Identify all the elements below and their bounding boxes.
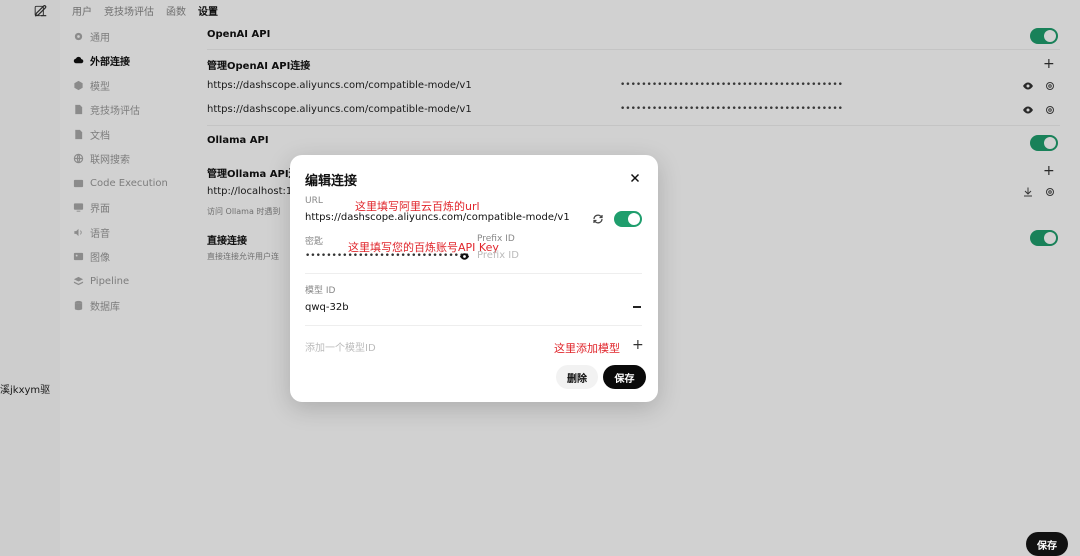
key-label: 密匙 [305, 237, 324, 247]
modal-title: 编辑连接 [305, 174, 358, 189]
url-input[interactable]: https://dashscope.aliyuncs.com/compatibl… [305, 212, 570, 223]
delete-button[interactable]: 删除 [556, 365, 598, 389]
api-key-input[interactable]: ••••••••••••••••••••••••••••••• [305, 251, 470, 261]
eye-icon[interactable] [459, 251, 470, 262]
page-save-button[interactable]: 保存 [1026, 532, 1068, 556]
add-model-input[interactable]: 添加一个模型ID [305, 339, 376, 354]
model-id-item: qwq-32b [305, 302, 349, 313]
prefix-id-input[interactable]: Prefix ID [477, 250, 519, 261]
close-icon[interactable] [628, 171, 642, 185]
divider [305, 325, 642, 326]
connection-enabled-toggle[interactable] [614, 211, 642, 227]
save-button[interactable]: 保存 [603, 365, 646, 389]
divider [305, 273, 642, 274]
model-id-label: 模型 ID [305, 286, 336, 296]
refresh-icon[interactable] [592, 213, 604, 225]
edit-connection-modal: 编辑连接 URL 这里填写阿里云百炼的url https://dashscope… [290, 155, 658, 402]
url-label: URL [305, 196, 323, 206]
remove-model-button[interactable] [633, 306, 641, 308]
annotation-model: 这里添加模型 [554, 342, 620, 355]
add-model-button[interactable]: + [632, 338, 644, 352]
